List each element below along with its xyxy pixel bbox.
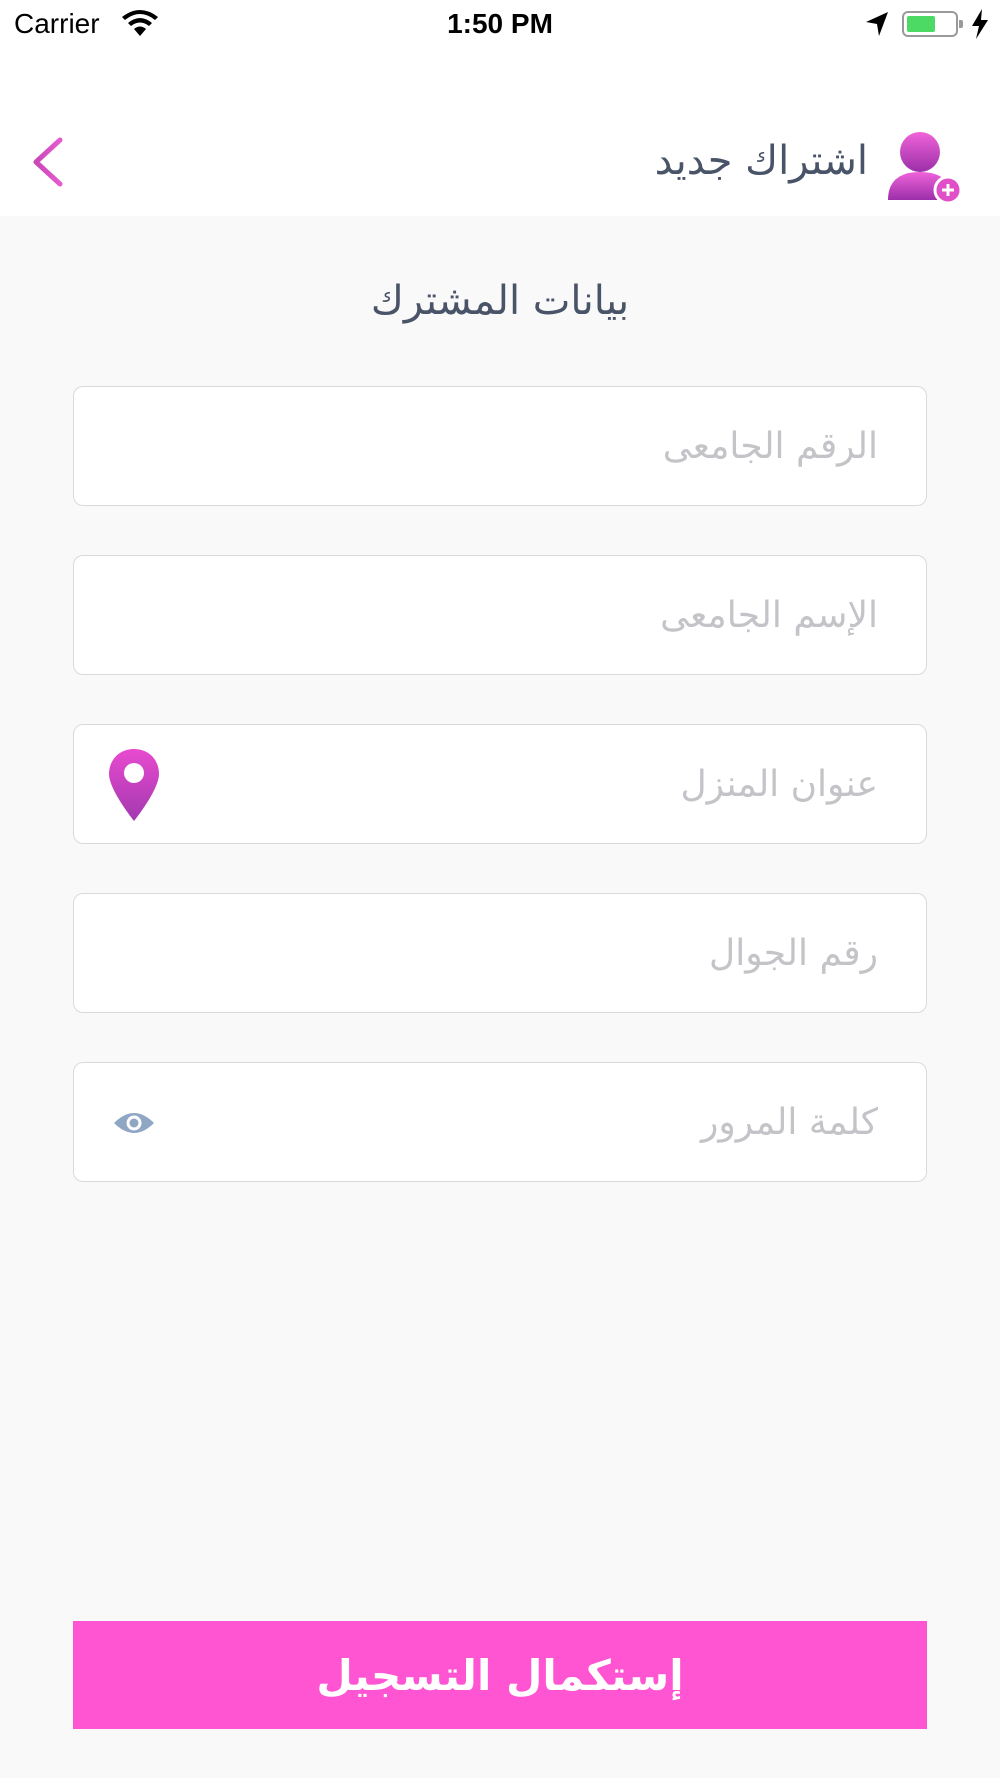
- map-pin-icon[interactable]: [94, 745, 174, 825]
- university-id-input[interactable]: [184, 387, 878, 505]
- add-user-icon: [888, 132, 963, 205]
- status-bar: Carrier 1:50 PM: [0, 0, 1000, 50]
- charging-bolt-icon: [970, 9, 990, 46]
- eye-icon[interactable]: [94, 1083, 174, 1163]
- home-address-field[interactable]: [73, 724, 927, 844]
- section-title: بيانات المشترك: [370, 278, 630, 324]
- nav-header: اشتراك جديد: [0, 50, 1000, 216]
- home-address-input[interactable]: [184, 725, 878, 843]
- university-name-input[interactable]: [184, 556, 878, 674]
- mobile-number-field[interactable]: [73, 893, 927, 1013]
- arrow-left-icon: [33, 137, 113, 187]
- university-id-field[interactable]: [73, 386, 927, 506]
- complete-registration-button[interactable]: إستكمال التسجيل: [73, 1621, 927, 1729]
- password-field[interactable]: [73, 1062, 927, 1182]
- page-title: اشتراك جديد: [654, 138, 868, 184]
- password-input[interactable]: [184, 1063, 878, 1181]
- location-arrow-icon: [864, 10, 890, 45]
- mobile-number-input[interactable]: [184, 894, 878, 1012]
- battery-icon: [902, 11, 963, 37]
- university-name-field[interactable]: [73, 555, 927, 675]
- back-button[interactable]: [30, 134, 114, 190]
- status-time: 1:50 PM: [447, 8, 553, 39]
